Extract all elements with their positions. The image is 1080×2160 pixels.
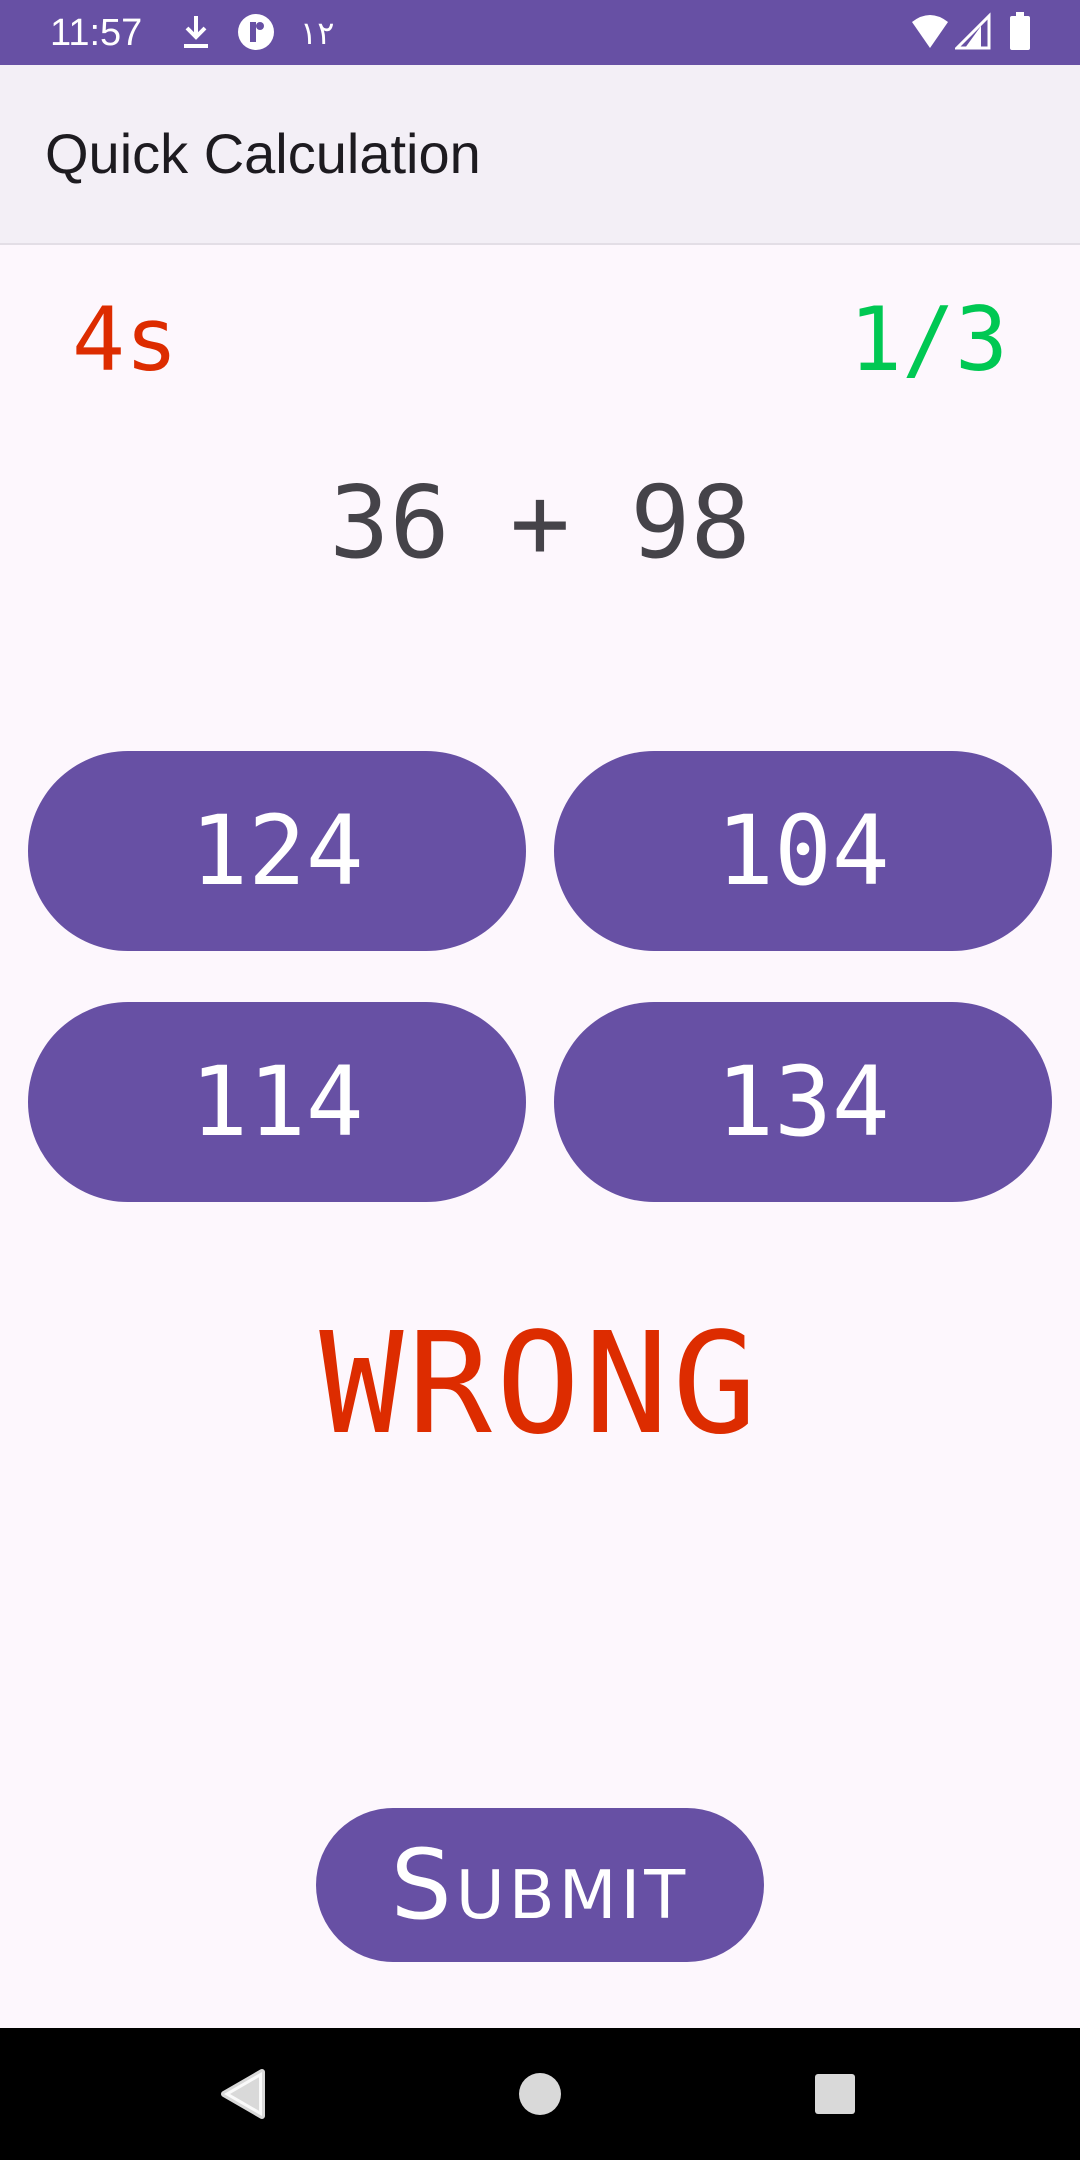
wifi-icon <box>910 12 950 52</box>
timer-label: 4s <box>72 288 178 391</box>
status-time: 11:57 <box>50 12 143 54</box>
answer-button-3[interactable]: 114 <box>28 1002 526 1202</box>
submit-button[interactable]: Submit <box>316 1808 764 1962</box>
answer-button-4[interactable]: 134 <box>554 1002 1052 1202</box>
answer-button-2[interactable]: 104 <box>554 751 1052 951</box>
answer-button-1[interactable]: 124 <box>28 751 526 951</box>
app-bar: Quick Calculation <box>0 65 1080 245</box>
result-text: WRONG <box>319 1303 761 1466</box>
signal-icon <box>953 12 991 52</box>
download-icon <box>180 12 212 52</box>
app-notification-icon <box>236 12 276 52</box>
status-bar: 11:57 ١٢ <box>0 0 1080 65</box>
back-icon[interactable] <box>212 2062 276 2126</box>
status-extra-text: ١٢ <box>300 14 335 52</box>
navigation-bar <box>0 2028 1080 2160</box>
progress-label: 1/3 <box>849 288 1008 391</box>
recents-icon[interactable] <box>803 2062 867 2126</box>
app-title: Quick Calculation <box>45 122 481 185</box>
home-icon[interactable] <box>508 2062 572 2126</box>
question-text: 36 + 98 <box>329 464 751 581</box>
battery-icon <box>1008 12 1032 52</box>
